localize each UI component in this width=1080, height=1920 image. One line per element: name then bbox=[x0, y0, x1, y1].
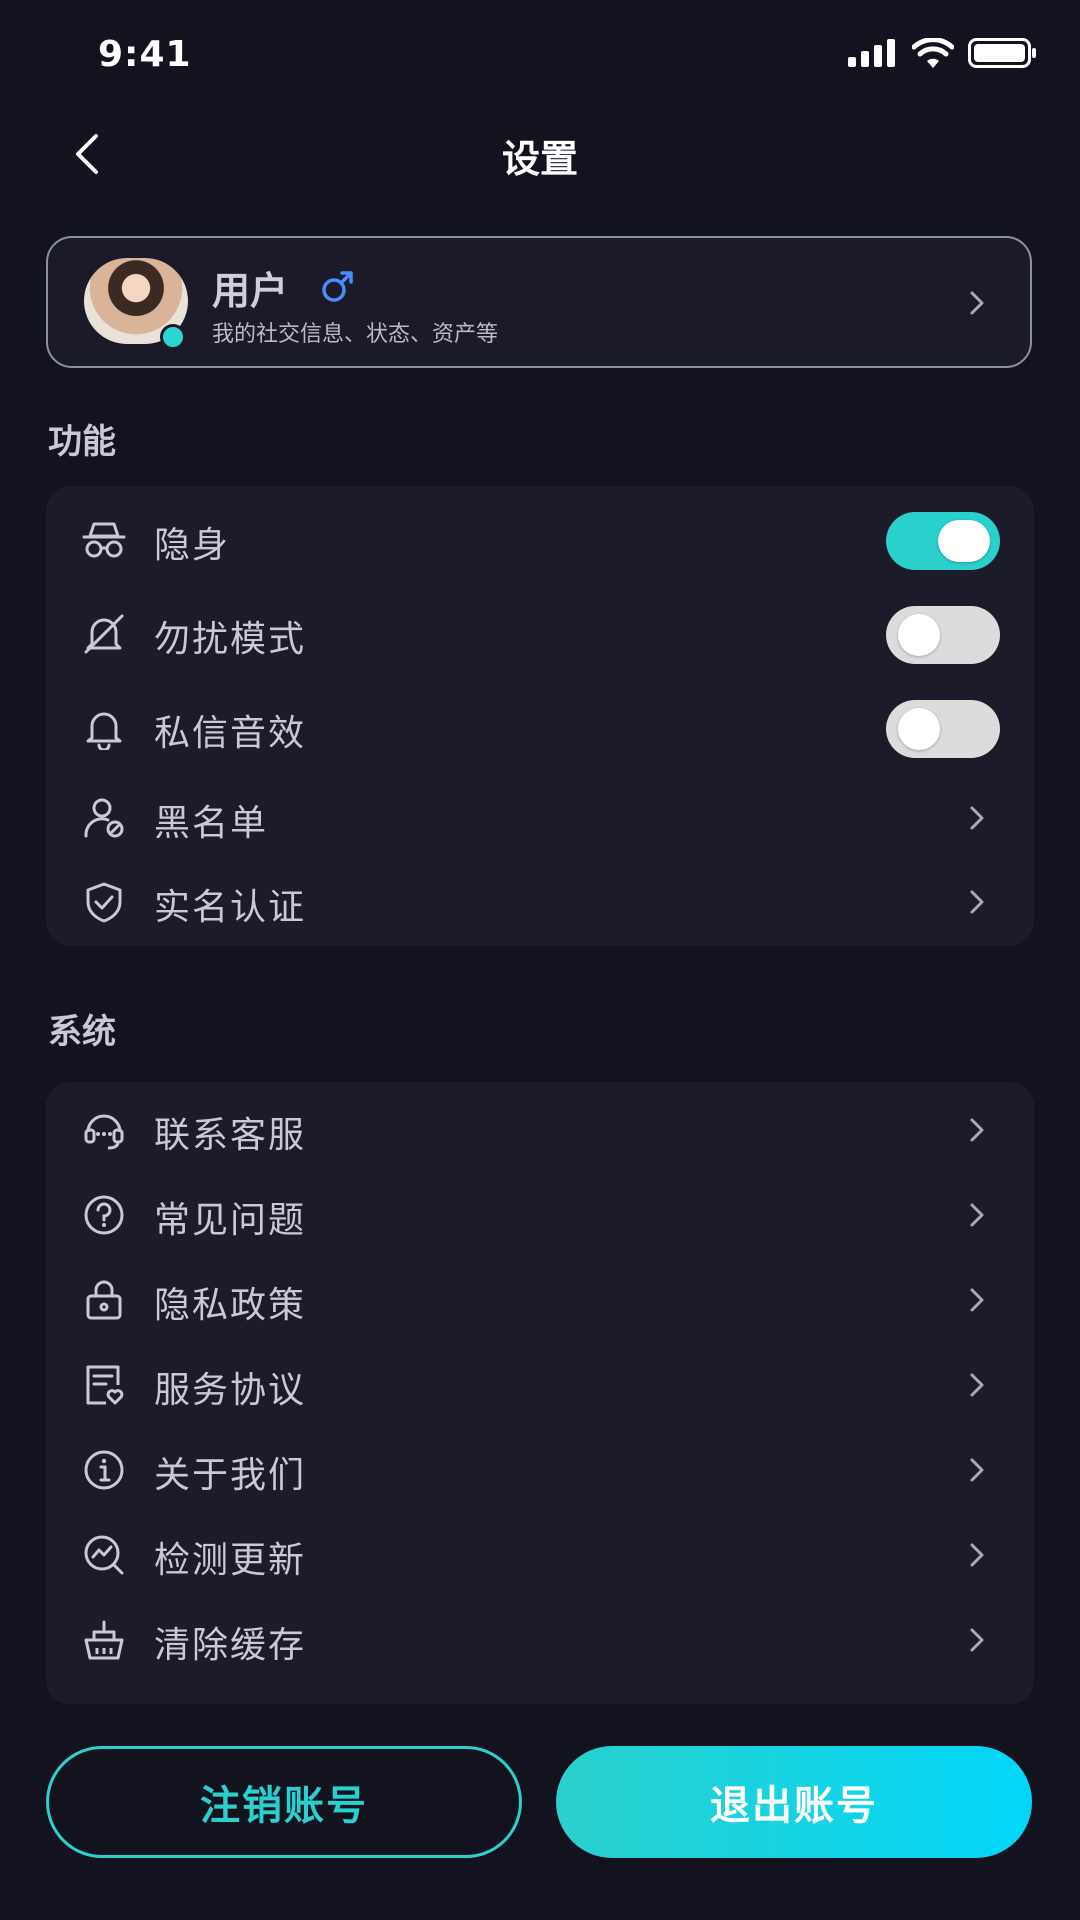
battery-icon bbox=[968, 38, 1036, 68]
toggle-knob bbox=[898, 614, 940, 656]
bell-off-icon bbox=[84, 614, 124, 654]
row-label: 联系客服 bbox=[154, 1115, 307, 1156]
row-label: 私信音效 bbox=[154, 713, 307, 754]
profile-subtitle: 我的社交信息、状态、资产等 bbox=[212, 322, 499, 347]
status-icons bbox=[848, 38, 1038, 68]
row-label: 黑名单 bbox=[154, 803, 269, 844]
chevron-right-icon bbox=[970, 806, 984, 830]
row-label: 隐身 bbox=[154, 525, 231, 566]
status-time: 9:41 bbox=[98, 34, 192, 75]
wifi-icon bbox=[912, 38, 954, 68]
toggle-message-sound[interactable] bbox=[886, 700, 1000, 758]
chevron-right-icon bbox=[970, 890, 984, 914]
chevron-right-icon bbox=[970, 1543, 984, 1567]
row-incognito[interactable]: 隐身 bbox=[46, 500, 1034, 580]
section-title-system: 系统 bbox=[48, 1012, 116, 1052]
male-gender-icon bbox=[322, 271, 353, 302]
toggle-knob bbox=[898, 708, 940, 750]
chevron-right-icon bbox=[970, 1203, 984, 1227]
system-card: 联系客服 常见问题 隐私政策 服务协议 关于我们 检测更新 清除缓存 bbox=[46, 1082, 1034, 1704]
chevron-right-icon bbox=[970, 1628, 984, 1652]
row-label: 检测更新 bbox=[154, 1540, 307, 1581]
page-title: 设置 bbox=[501, 137, 578, 181]
row-real-name-verification[interactable]: 实名认证 bbox=[46, 862, 1034, 942]
row-label: 服务协议 bbox=[154, 1370, 307, 1411]
lock-icon bbox=[86, 1280, 122, 1320]
user-block-icon bbox=[84, 798, 124, 838]
info-icon bbox=[84, 1450, 124, 1490]
chevron-right-icon bbox=[970, 1458, 984, 1482]
chevron-right-icon bbox=[970, 1118, 984, 1142]
agreement-icon bbox=[86, 1365, 124, 1405]
row-check-update[interactable]: 检测更新 bbox=[46, 1515, 1034, 1595]
deactivate-account-button[interactable]: 注销账号 bbox=[46, 1746, 522, 1858]
row-label: 常见问题 bbox=[154, 1200, 307, 1241]
status-bar: 9:41 bbox=[0, 0, 1080, 110]
section-title-features: 功能 bbox=[48, 422, 116, 462]
row-message-sound[interactable]: 私信音效 bbox=[46, 688, 1034, 768]
row-privacy-policy[interactable]: 隐私政策 bbox=[46, 1260, 1034, 1340]
row-about-us[interactable]: 关于我们 bbox=[46, 1430, 1034, 1510]
row-label: 隐私政策 bbox=[154, 1285, 307, 1326]
toggle-knob bbox=[938, 520, 990, 562]
update-check-icon bbox=[84, 1535, 124, 1575]
row-service-agreement[interactable]: 服务协议 bbox=[46, 1345, 1034, 1425]
headset-icon bbox=[84, 1114, 124, 1150]
row-label: 清除缓存 bbox=[154, 1625, 307, 1666]
question-icon bbox=[84, 1195, 124, 1235]
row-do-not-disturb[interactable]: 勿扰模式 bbox=[46, 594, 1034, 674]
toggle-do-not-disturb[interactable] bbox=[886, 606, 1000, 664]
row-label: 实名认证 bbox=[154, 887, 307, 928]
signal-icon bbox=[848, 39, 895, 67]
chevron-right-icon bbox=[970, 1288, 984, 1312]
row-faq[interactable]: 常见问题 bbox=[46, 1175, 1034, 1255]
profile-card[interactable]: 用户 我的社交信息、状态、资产等 bbox=[46, 236, 1032, 368]
clear-cache-icon bbox=[84, 1620, 124, 1660]
row-label: 关于我们 bbox=[154, 1455, 307, 1496]
bell-icon bbox=[86, 712, 122, 750]
chevron-right-icon bbox=[970, 1373, 984, 1397]
incognito-icon bbox=[82, 522, 126, 558]
online-status-dot bbox=[160, 324, 186, 350]
chevron-right-icon bbox=[970, 291, 984, 315]
features-card: 隐身 勿扰模式 私信音效 黑名单 实名认证 bbox=[46, 486, 1034, 946]
row-customer-service[interactable]: 联系客服 bbox=[46, 1090, 1034, 1170]
profile-name: 用户 bbox=[212, 269, 289, 313]
row-clear-cache[interactable]: 清除缓存 bbox=[46, 1600, 1034, 1680]
row-blacklist[interactable]: 黑名单 bbox=[46, 778, 1034, 858]
logout-button[interactable]: 退出账号 bbox=[556, 1746, 1032, 1858]
row-label: 勿扰模式 bbox=[154, 619, 307, 660]
shield-check-icon bbox=[86, 882, 122, 923]
toggle-incognito[interactable] bbox=[886, 512, 1000, 570]
header: 设置 bbox=[0, 110, 1080, 198]
